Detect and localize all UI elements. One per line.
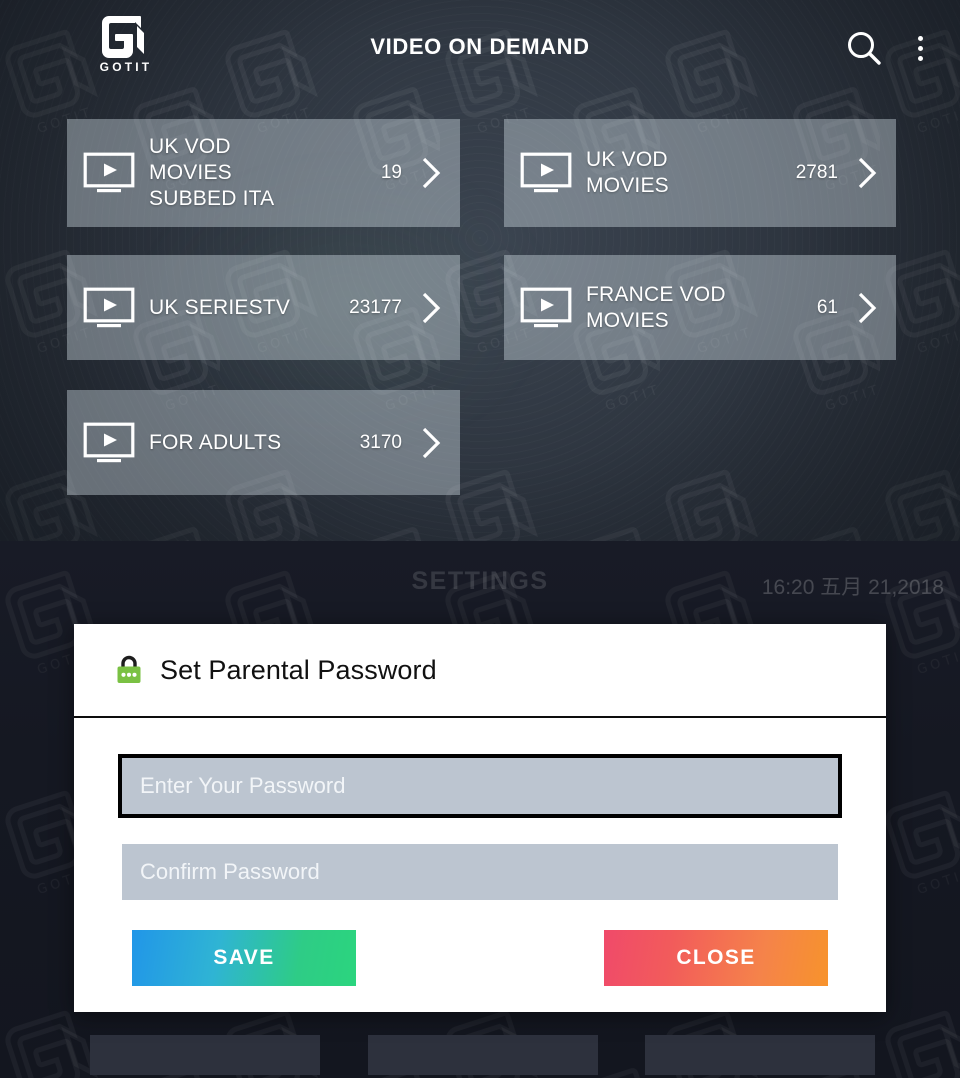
close-button[interactable]: CLOSE xyxy=(604,930,828,986)
vod-category-count: 61 xyxy=(816,296,838,318)
vod-screen: GOTIT VIDEO ON DEMAND UK VOD MOVIES SUBB… xyxy=(0,0,960,541)
overflow-dot xyxy=(917,56,923,61)
vod-category-card[interactable]: FRANCE VOD MOVIES 61 xyxy=(504,255,896,360)
chevron-right-icon xyxy=(856,156,878,190)
chevron-right-icon xyxy=(420,426,442,460)
settings-tile[interactable] xyxy=(368,1035,598,1075)
overflow-dot xyxy=(917,36,923,41)
tv-play-icon xyxy=(83,287,135,329)
confirm-password-input[interactable] xyxy=(122,844,838,900)
save-button[interactable]: SAVE xyxy=(132,930,356,986)
chevron-right-icon xyxy=(420,291,442,325)
vod-category-count: 19 xyxy=(380,162,402,183)
password-input[interactable] xyxy=(122,758,838,814)
overflow-dot xyxy=(917,46,923,51)
dialog-header: Set Parental Password xyxy=(74,624,886,718)
vod-category-count: 2781 xyxy=(795,162,838,183)
tv-play-icon xyxy=(83,422,135,464)
vod-category-count: 3170 xyxy=(359,431,402,453)
tv-play-icon xyxy=(520,152,572,194)
confirm-password-field-wrapper[interactable] xyxy=(118,840,842,904)
password-field-wrapper[interactable] xyxy=(118,754,842,818)
vod-category-label: UK SERIESTV xyxy=(149,295,291,319)
search-glyph xyxy=(848,32,881,65)
tv-play-icon xyxy=(520,287,572,329)
app-screen: GOTIT VIDEO ON DEMAND UK VOD MOVIES SUBB… xyxy=(0,0,960,1078)
dialog-body: SAVE CLOSE xyxy=(74,718,886,1012)
vod-category-card[interactable]: UK VOD MOVIES SUBBED ITA 19 xyxy=(67,119,460,227)
vod-category-card[interactable]: UK VOD MOVIES 2781 xyxy=(504,119,896,227)
chevron-right-icon xyxy=(856,291,878,325)
tv-play-icon xyxy=(83,152,135,194)
vod-category-count: 23177 xyxy=(349,296,402,318)
vod-category-label: UK VOD MOVIES SUBBED ITA xyxy=(149,135,275,210)
more-vertical-icon[interactable] xyxy=(898,26,942,70)
settings-tile[interactable] xyxy=(90,1035,320,1075)
vod-category-label: FRANCE VOD MOVIES xyxy=(586,282,726,332)
dialog-actions: SAVE CLOSE xyxy=(118,930,842,986)
search-icon[interactable] xyxy=(842,26,886,70)
chevron-right-icon xyxy=(420,156,442,190)
settings-tile[interactable] xyxy=(645,1035,875,1075)
dialog-title: Set Parental Password xyxy=(160,654,437,685)
vod-category-label: UK VOD MOVIES xyxy=(586,148,669,197)
vod-category-card[interactable]: FOR ADULTS 3170 xyxy=(67,390,460,495)
settings-clock: 16:20 五月 21,2018 xyxy=(761,576,944,599)
vod-category-label: FOR ADULTS xyxy=(149,430,282,454)
parental-password-dialog: Set Parental Password SAVE CLOSE xyxy=(74,624,886,1012)
gotit-wordmark: GOTIT xyxy=(99,60,153,74)
vod-category-card[interactable]: UK SERIESTV 23177 xyxy=(67,255,460,360)
page-title: VIDEO ON DEMAND xyxy=(370,34,590,59)
lock-icon xyxy=(114,654,144,686)
vod-header: GOTIT VIDEO ON DEMAND xyxy=(0,0,960,96)
